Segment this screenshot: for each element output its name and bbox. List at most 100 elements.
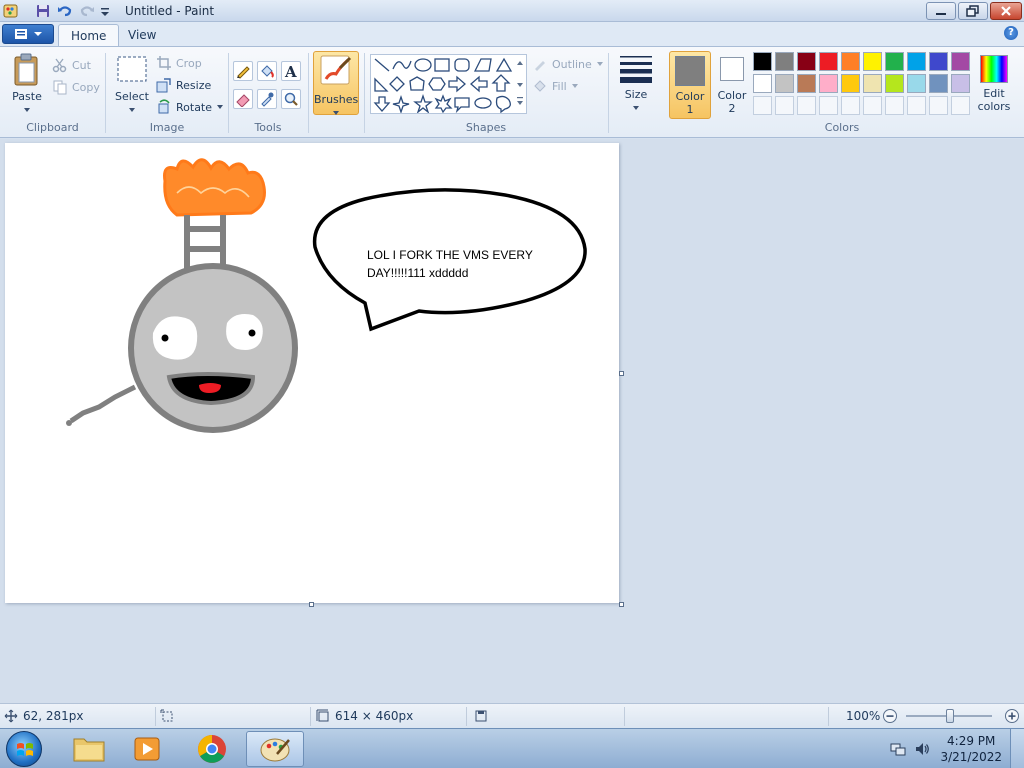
close-button[interactable] (990, 2, 1022, 20)
save-icon[interactable] (34, 2, 52, 20)
palette-color-swatch[interactable] (929, 52, 948, 71)
paint-menu-button[interactable] (2, 24, 54, 44)
help-icon[interactable]: ? (1004, 26, 1018, 40)
palette-color-swatch[interactable] (819, 74, 838, 93)
color1-number: 1 (686, 103, 694, 116)
palette-color-swatch[interactable] (885, 74, 904, 93)
palette-custom-slot[interactable] (775, 96, 794, 115)
fill-button[interactable]: Fill (532, 76, 579, 96)
cut-label: Cut (72, 58, 91, 72)
text-tool[interactable]: A (281, 61, 301, 81)
rotate-icon (158, 99, 170, 114)
volume-icon[interactable] (914, 741, 930, 757)
restore-button[interactable] (958, 2, 988, 20)
eraser-tool[interactable] (233, 89, 253, 109)
color1-button[interactable]: Color 1 (669, 51, 711, 119)
palette-color-swatch[interactable] (841, 74, 860, 93)
start-button[interactable] (6, 731, 42, 767)
cut-button[interactable]: Cut (52, 55, 91, 75)
undo-icon[interactable] (56, 2, 74, 20)
taskbar-explorer[interactable] (60, 731, 118, 767)
resize-handle-bottom[interactable] (309, 602, 314, 607)
chevron-down-icon (596, 62, 603, 66)
palette-color-swatch[interactable] (929, 74, 948, 93)
palette-color-swatch[interactable] (863, 52, 882, 71)
show-desktop-button[interactable] (1010, 729, 1024, 768)
tray-clock[interactable]: 4:29 PM 3/21/2022 (940, 733, 1002, 765)
palette-custom-slot[interactable] (885, 96, 904, 115)
crop-icon (157, 56, 171, 70)
shapes-gallery (370, 54, 527, 115)
chevron-down-icon (129, 108, 135, 112)
outline-button[interactable]: Outline (532, 54, 604, 74)
paint-app-icon[interactable] (2, 2, 20, 20)
customize-qat-icon[interactable] (98, 2, 116, 20)
edit-colors-button[interactable]: Edit colors (976, 51, 1012, 119)
tab-view[interactable]: View (116, 24, 168, 46)
palette-custom-slot[interactable] (929, 96, 948, 115)
palette-color-swatch[interactable] (797, 74, 816, 93)
fill-bucket-icon (534, 80, 546, 92)
palette-color-swatch[interactable] (775, 52, 794, 71)
palette-color-swatch[interactable] (775, 74, 794, 93)
color-spectrum-icon (980, 55, 1008, 83)
zoom-slider-thumb[interactable] (946, 709, 954, 723)
palette-color-swatch[interactable] (753, 52, 772, 71)
color2-button[interactable]: Color 2 (713, 51, 751, 119)
palette-custom-slot[interactable] (841, 96, 860, 115)
taskbar-media-player[interactable] (118, 731, 176, 767)
eyedropper-icon (261, 92, 274, 107)
status-divider (155, 707, 156, 726)
magnifier-tool[interactable] (281, 89, 301, 109)
palette-color-swatch[interactable] (841, 52, 860, 71)
resize-handle-corner[interactable] (619, 602, 624, 607)
palette-color-swatch[interactable] (819, 52, 838, 71)
media-player-icon (134, 737, 160, 761)
redo-icon[interactable] (78, 2, 96, 20)
palette-color-swatch[interactable] (907, 74, 926, 93)
palette-custom-slot[interactable] (819, 96, 838, 115)
zoom-in-button[interactable] (1004, 708, 1020, 724)
select-button[interactable]: Select (112, 55, 152, 119)
palette-custom-slot[interactable] (753, 96, 772, 115)
rotate-button[interactable]: Rotate (156, 97, 224, 117)
tab-home[interactable]: Home (58, 24, 120, 46)
palette-color-swatch[interactable] (885, 52, 904, 71)
fill-tool[interactable] (257, 61, 277, 81)
clock-date: 3/21/2022 (940, 750, 1002, 764)
palette-color-swatch[interactable] (951, 74, 970, 93)
taskbar-chrome[interactable] (183, 731, 241, 767)
zoom-level-text: 100% (846, 709, 881, 723)
palette-color-swatch[interactable] (863, 74, 882, 93)
pencil-tool[interactable] (233, 61, 253, 81)
scissors-icon (52, 58, 67, 73)
color2-label: Color (717, 89, 747, 102)
palette-custom-slot[interactable] (951, 96, 970, 115)
ribbon-tab-row: Home View ? (0, 22, 1024, 46)
resize-button[interactable]: Resize (156, 75, 211, 95)
size-button[interactable]: Size (614, 53, 658, 119)
palette-custom-slot[interactable] (797, 96, 816, 115)
palette-custom-slot[interactable] (907, 96, 926, 115)
copy-button[interactable]: Copy (52, 77, 100, 97)
chevron-down-icon (333, 111, 339, 115)
palette-color-swatch[interactable] (951, 52, 970, 71)
palette-color-swatch[interactable] (797, 52, 816, 71)
network-icon[interactable] (890, 741, 906, 757)
minimize-button[interactable] (926, 2, 956, 20)
selection-size (160, 709, 174, 723)
zoom-out-button[interactable] (882, 708, 898, 724)
paste-button[interactable]: Paste (6, 53, 48, 119)
drawing-canvas[interactable]: LOL I FORK THE VMS EVERY DAY!!!!!111 xdd… (5, 143, 619, 603)
crop-button[interactable]: Crop (156, 53, 202, 73)
taskbar-paint[interactable] (246, 731, 304, 767)
palette-custom-slot[interactable] (863, 96, 882, 115)
shapes-scroll-icon[interactable] (514, 55, 526, 115)
resize-handle-right[interactable] (619, 371, 624, 376)
palette-color-swatch[interactable] (753, 74, 772, 93)
palette-color-swatch[interactable] (907, 52, 926, 71)
color-picker-tool[interactable] (257, 89, 277, 109)
brushes-button[interactable]: Brushes (313, 51, 359, 115)
color2-number: 2 (728, 102, 736, 115)
size-label: Size (624, 88, 648, 101)
